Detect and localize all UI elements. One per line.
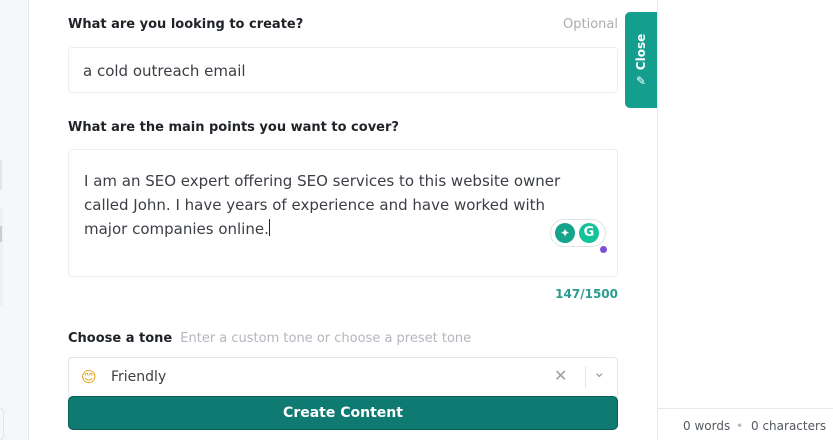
status-dot-icon [600,246,607,253]
tone-select[interactable]: 😊 Friendly ✕ ⌄ [68,357,618,399]
lightbulb-icon[interactable]: ✦ [555,223,575,243]
sidebar-edge-mark [0,160,2,190]
word-count: 0 words [683,419,731,433]
tone-hint: Enter a custom tone or choose a preset t… [180,331,472,346]
character-count: 0 characters [751,419,827,433]
panel-divider [657,0,658,440]
tone-label: Choose a tone [68,331,173,346]
grammarly-widget[interactable]: ✦ G [550,219,607,253]
select-separator [585,366,586,388]
status-bar: 0 words • 0 characters [658,408,833,441]
chevron-down-icon[interactable]: ⌄ [593,363,606,381]
character-counter: 147/1500 [555,287,618,301]
points-textarea-value: I am an SEO expert offering SEO services… [84,172,561,238]
grammarly-g-icon[interactable]: G [579,223,599,243]
tone-row: Choose a tone Enter a custom tone or choo… [68,327,471,346]
status-separator: • [736,419,744,433]
text-caret [268,219,270,236]
points-field-label: What are the main points you want to cov… [68,120,399,135]
create-field-label: What are you looking to create? [68,17,304,32]
create-input[interactable]: a cold outreach email [68,47,618,93]
smile-emoji-icon: 😊 [81,368,97,386]
points-textarea[interactable]: I am an SEO expert offering SEO services… [68,149,618,277]
sidebar-edge-mark [0,226,2,242]
sidebar-edge-mark [0,208,3,306]
create-content-button[interactable]: Create Content [68,396,618,430]
pencil-icon: ✎ [635,74,647,89]
left-sidebar-strip [0,0,29,440]
tone-select-value: Friendly [111,369,167,385]
optional-label: Optional [563,17,618,32]
content-form: What are you looking to create? Optional… [68,0,618,440]
create-input-value: a cold outreach email [83,62,246,80]
clear-icon[interactable]: ✕ [554,366,567,385]
sidebar-edge-mark [0,408,4,440]
close-tab[interactable]: ✎ Close [625,12,657,108]
close-tab-label: Close [634,33,648,71]
